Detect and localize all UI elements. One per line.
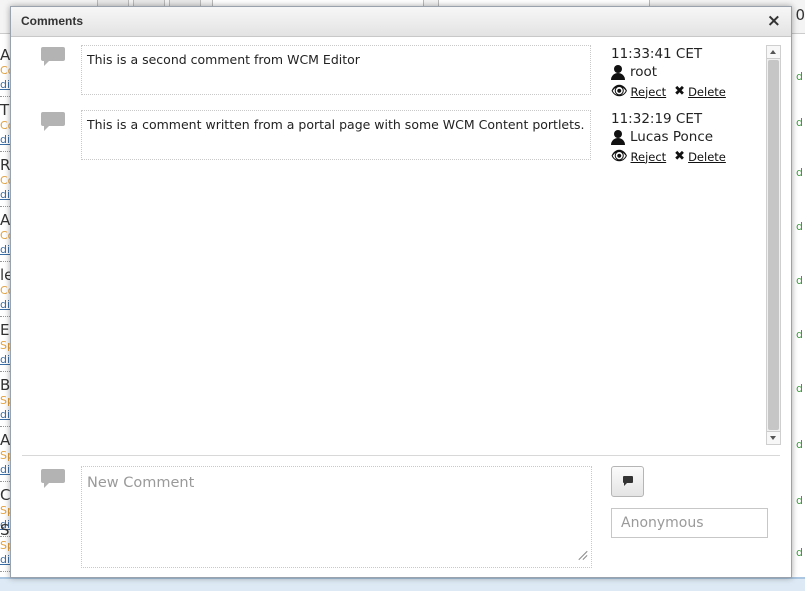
comment-author-name: root bbox=[630, 64, 658, 80]
comment-author-name: Lucas Ponce bbox=[630, 129, 714, 145]
author-name-input[interactable] bbox=[611, 508, 768, 538]
resize-grip-icon[interactable] bbox=[577, 550, 587, 560]
comment-author: root bbox=[611, 63, 761, 82]
post-comment-button[interactable] bbox=[611, 466, 644, 497]
background-bottom-bar bbox=[0, 577, 805, 591]
background-corner-text: 0 bbox=[795, 6, 805, 24]
background-status: d bbox=[796, 274, 803, 287]
user-icon bbox=[611, 65, 625, 80]
background-status: d bbox=[796, 116, 803, 129]
delete-link[interactable]: Delete bbox=[688, 150, 726, 164]
user-icon bbox=[611, 130, 625, 145]
background-status: d bbox=[796, 166, 803, 179]
comment-bubble-icon bbox=[41, 112, 65, 132]
reject-link[interactable]: Reject bbox=[631, 150, 667, 164]
eye-slash-icon: 👁 bbox=[611, 149, 628, 164]
comment-bubble-icon bbox=[41, 469, 65, 489]
dialog-titlebar[interactable]: Comments × bbox=[11, 7, 791, 37]
comment-meta: 11:32:19 CET Lucas Ponce 👁 Reject ✖ Dele… bbox=[611, 110, 761, 164]
background-status: d bbox=[796, 220, 803, 233]
comments-scrollbar[interactable] bbox=[766, 45, 781, 445]
x-mark-icon: ✖ bbox=[674, 149, 686, 164]
comment-actions: 👁 Reject ✖ Delete bbox=[611, 84, 761, 99]
background-status: d bbox=[796, 546, 803, 559]
comment-author: Lucas Ponce bbox=[611, 128, 761, 147]
background-status: d bbox=[796, 328, 803, 341]
background-status: d bbox=[796, 438, 803, 451]
delete-link[interactable]: Delete bbox=[688, 85, 726, 99]
comment-time: 11:32:19 CET bbox=[611, 111, 703, 127]
comment-time: 11:33:41 CET bbox=[611, 46, 703, 62]
background-status: d bbox=[796, 382, 803, 395]
background-status: d bbox=[796, 494, 803, 507]
comment-meta: 11:33:41 CET root 👁 Reject ✖ Delete bbox=[611, 45, 761, 99]
comment-text: This is a second comment from WCM Editor bbox=[81, 45, 591, 95]
background-status: d bbox=[796, 70, 803, 83]
reject-link[interactable]: Reject bbox=[631, 85, 667, 99]
divider bbox=[22, 455, 780, 456]
scroll-up-arrow-icon[interactable] bbox=[767, 46, 780, 59]
eye-slash-icon: 👁 bbox=[611, 84, 628, 99]
comment-text: This is a comment written from a portal … bbox=[81, 110, 591, 160]
comment-bubble-icon bbox=[41, 47, 65, 67]
dialog-title: Comments bbox=[21, 14, 84, 28]
scroll-thumb[interactable] bbox=[768, 60, 779, 430]
comment-item: This is a comment written from a portal … bbox=[11, 110, 771, 168]
scroll-down-arrow-icon[interactable] bbox=[767, 431, 780, 444]
new-comment-textarea[interactable] bbox=[81, 466, 592, 568]
comment-actions: 👁 Reject ✖ Delete bbox=[611, 149, 761, 164]
close-icon[interactable]: × bbox=[767, 12, 781, 30]
comments-dialog: Comments × This is a second comment from… bbox=[10, 6, 792, 578]
x-mark-icon: ✖ bbox=[674, 84, 686, 99]
comment-item: This is a second comment from WCM Editor… bbox=[11, 45, 771, 103]
